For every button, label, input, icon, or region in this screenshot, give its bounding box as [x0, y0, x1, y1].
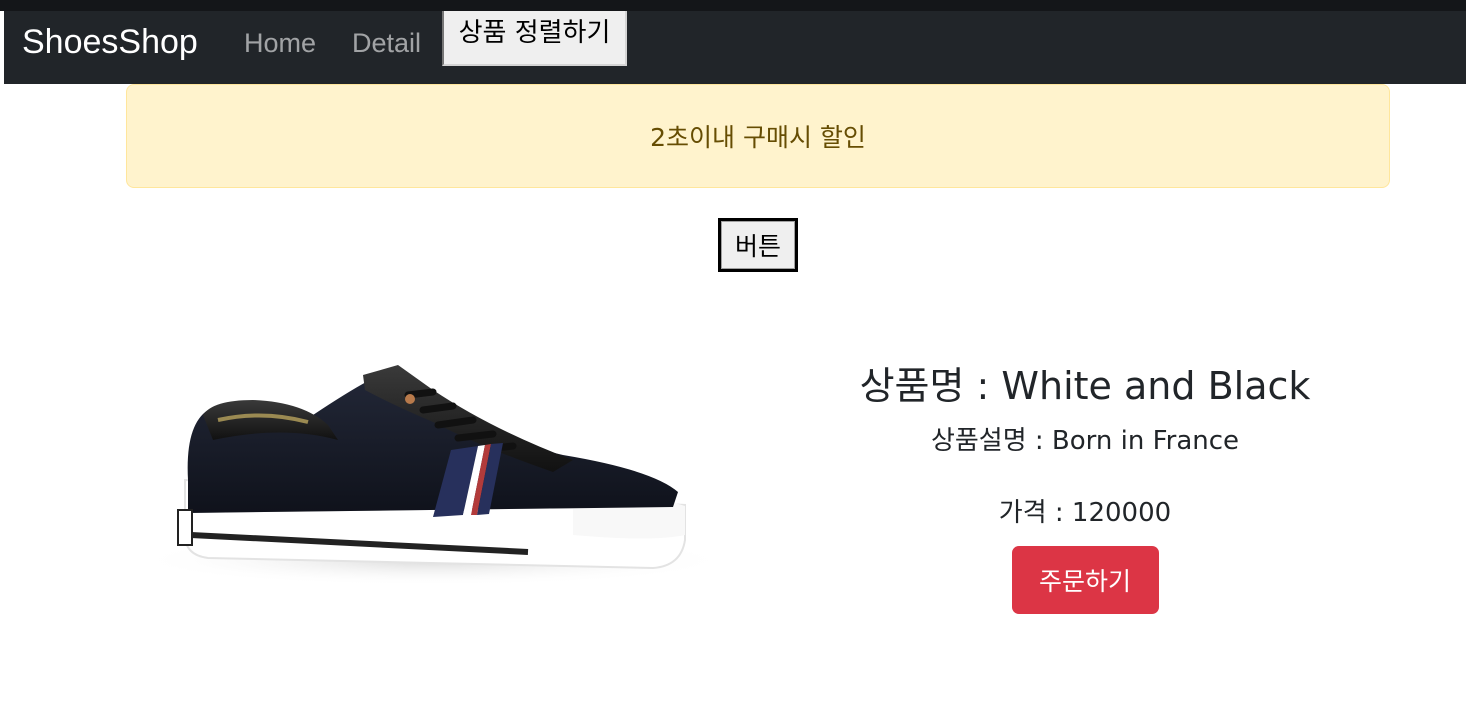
navbar: ShoesShop Home Detail 상품 정렬하기	[4, 11, 1466, 84]
product-info: 상품명 : White and Black 상품설명 : Born in Fra…	[830, 360, 1340, 614]
sort-products-button[interactable]: 상품 정렬하기	[442, 11, 627, 66]
brand-link[interactable]: ShoesShop	[22, 25, 198, 59]
discount-alert-text: 2초이내 구매시 할인	[650, 123, 866, 152]
page: ShoesShop Home Detail 상품 정렬하기 2초이내 구매시 할…	[0, 0, 1466, 714]
product-price: 가격 : 120000	[998, 498, 1172, 528]
nav-link-home[interactable]: Home	[244, 30, 316, 57]
discount-alert: 2초이내 구매시 할인	[126, 84, 1390, 188]
plain-button[interactable]: 버튼	[718, 218, 798, 272]
order-button[interactable]: 주문하기	[1011, 546, 1159, 614]
window-top-strip	[0, 0, 1466, 11]
sneaker-image	[133, 365, 733, 586]
nav-link-detail[interactable]: Detail	[352, 30, 421, 57]
product-title: 상품명 : White and Black	[859, 364, 1311, 408]
product-description: 상품설명 : Born in France	[930, 426, 1240, 456]
